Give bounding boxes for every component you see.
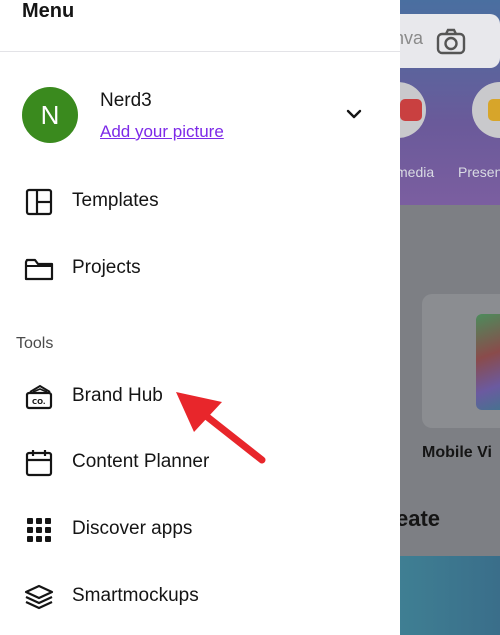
menu-item-label: Discover apps bbox=[72, 518, 193, 539]
background-category-label: Presen bbox=[458, 164, 500, 180]
layers-icon bbox=[24, 584, 54, 610]
camera-icon bbox=[436, 28, 466, 55]
svg-text:CO.: CO. bbox=[32, 398, 46, 406]
menu-item-label: Projects bbox=[72, 257, 141, 278]
side-menu: Menu N Nerd3 Add your picture Templates … bbox=[0, 0, 400, 635]
calendar-icon bbox=[25, 450, 53, 477]
background-card-thumbnail bbox=[476, 314, 500, 410]
menu-item-projects[interactable]: Projects bbox=[22, 247, 382, 291]
tools-section-label: Tools bbox=[16, 335, 54, 352]
background-heading: eate bbox=[400, 506, 441, 531]
background-app: nva media Presen Mobile Vi eate bbox=[400, 0, 500, 635]
apps-grid-icon bbox=[27, 518, 51, 542]
background-category-label: media bbox=[400, 164, 435, 180]
background-card-label: Mobile Vi bbox=[422, 444, 492, 461]
avatar[interactable]: N bbox=[22, 87, 78, 143]
profile-section[interactable]: N Nerd3 Add your picture bbox=[22, 84, 378, 148]
menu-item-label: Templates bbox=[72, 190, 159, 211]
menu-header: Menu bbox=[0, 0, 400, 52]
templates-icon bbox=[25, 188, 53, 216]
background-header: nva media Presen bbox=[400, 0, 500, 205]
background-template-card bbox=[422, 294, 500, 428]
menu-title: Menu bbox=[22, 0, 75, 22]
add-picture-link[interactable]: Add your picture bbox=[100, 122, 224, 142]
menu-item-label: Brand Hub bbox=[72, 385, 163, 406]
background-search-text: nva bbox=[400, 28, 424, 48]
menu-item-smartmockups[interactable]: Smartmockups bbox=[22, 575, 382, 619]
background-banner bbox=[400, 556, 500, 635]
background-category-icon bbox=[400, 82, 426, 138]
annotation-arrow-icon bbox=[176, 392, 266, 464]
profile-name: Nerd3 bbox=[100, 90, 152, 111]
menu-item-templates[interactable]: Templates bbox=[22, 180, 382, 224]
background-category-icon bbox=[472, 82, 500, 138]
folder-icon bbox=[24, 258, 54, 281]
brand-hub-icon: CO. bbox=[25, 384, 53, 410]
menu-item-discover-apps[interactable]: Discover apps bbox=[22, 508, 382, 552]
chevron-down-icon[interactable] bbox=[344, 104, 364, 124]
menu-item-label: Smartmockups bbox=[72, 585, 199, 606]
